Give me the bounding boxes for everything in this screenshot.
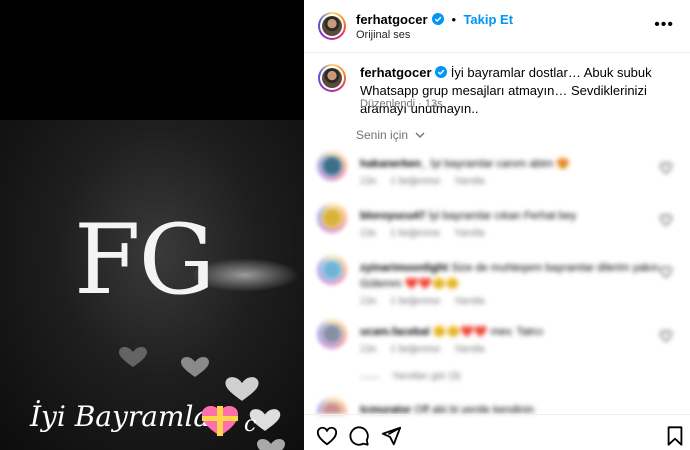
comment-body: İyi bayramlar cıkan Ferhat bey	[428, 210, 577, 222]
commenter-username[interactable]: tcmurator	[360, 404, 411, 414]
comment-likes[interactable]: 1 beğenme	[390, 228, 440, 239]
comment-meta: 13s 1 beğenme Yanıtla	[360, 344, 499, 355]
comment-body: 😊😊❤️❤️ mev. Tatrcı	[432, 326, 544, 338]
commenter-avatar[interactable]	[318, 256, 346, 284]
comment-likes[interactable]: 1 beğenme	[390, 344, 440, 355]
gift-heart-icon	[202, 406, 238, 436]
fg-logo: FG	[74, 204, 215, 316]
floating-heart-icon	[181, 357, 209, 377]
floating-heart-icon	[225, 377, 259, 401]
comment-text: hakanerken_ İyi bayramlar canım abim 😍	[360, 156, 660, 172]
media-top-letterbox	[0, 0, 304, 120]
commenter-username[interactable]: hakanerken_	[360, 158, 427, 170]
share-icon[interactable]	[380, 425, 402, 447]
comment-age: 13s	[360, 176, 377, 187]
comment-likes[interactable]: 1 beğenme	[390, 176, 440, 187]
bookmark-icon[interactable]	[664, 425, 686, 447]
audio-label[interactable]: Orijinal ses	[356, 29, 410, 41]
commenter-avatar[interactable]	[318, 320, 346, 348]
comment-text: bloroyucu47 İyi bayramlar cıkan Ferhat b…	[360, 208, 660, 224]
post-media[interactable]: FG İyi Bayramlar c	[0, 0, 304, 450]
caption-age[interactable]: 13s	[425, 98, 443, 110]
floating-heart-icon	[257, 439, 285, 450]
heart-icon[interactable]	[660, 162, 672, 174]
verified-badge-icon	[435, 66, 448, 78]
comment-age: 13s	[360, 296, 377, 307]
caption-meta: Düzenlendi · 13s	[360, 98, 443, 110]
heart-icon[interactable]	[316, 425, 338, 447]
post-header: ferhatgocer • Takip Et Orijinal ses •••	[304, 0, 690, 53]
comment-sort-dropdown[interactable]: Senin için	[356, 128, 425, 142]
commenter-avatar[interactable]	[318, 152, 346, 180]
sort-label: Senin için	[356, 128, 409, 142]
post-actions-bar	[304, 414, 690, 450]
view-replies-line	[360, 377, 380, 378]
comment-meta: 13s 1 beğenme Yanıtla	[360, 228, 499, 239]
author-username[interactable]: ferhatgocer	[356, 12, 428, 27]
comment-text: tcmurator Off abi bi yenile kendinin	[360, 402, 660, 414]
reply-button[interactable]: Yanıtla	[454, 296, 484, 307]
comment-text: zyinarimoonlight Size de muhteşem bayram…	[360, 260, 660, 292]
comment-likes[interactable]: 1 beğenme	[390, 296, 440, 307]
comment-body: Off abi bi yenile kendinin	[414, 404, 535, 414]
heart-icon[interactable]	[660, 330, 672, 342]
reply-button[interactable]: Yanıtla	[454, 344, 484, 355]
greeting-label: İyi Bayramlar	[30, 400, 224, 433]
reply-button[interactable]: Yanıtla	[454, 176, 484, 187]
heart-icon[interactable]	[660, 214, 672, 226]
follow-button[interactable]: Takip Et	[463, 12, 513, 27]
comment-age: 13s	[360, 344, 377, 355]
comment-age: 13s	[360, 228, 377, 239]
commenter-avatar[interactable]	[318, 398, 346, 414]
author-avatar[interactable]	[318, 12, 346, 40]
comment-text: ucam.facebal 😊😊❤️❤️ mev. Tatrcı	[360, 324, 660, 340]
comment-icon[interactable]	[348, 425, 370, 447]
chevron-down-icon	[415, 132, 425, 138]
floating-heart-icon	[119, 347, 147, 367]
commenter-avatar[interactable]	[318, 204, 346, 232]
edited-label: Düzenlendi	[360, 98, 416, 110]
commenter-username[interactable]: zyinarimoonlight	[360, 262, 448, 274]
reply-button[interactable]: Yanıtla	[454, 228, 484, 239]
verified-badge-icon	[431, 13, 444, 25]
greeting-text: İyi Bayramlar	[30, 400, 223, 433]
commenter-username[interactable]: bloroyucu47	[360, 210, 425, 222]
comment-meta: 13s 1 beğenme Yanıtla	[360, 176, 499, 187]
view-replies-button[interactable]: Yanıtları gör (3)	[392, 371, 461, 382]
greeting-suffix: c	[244, 412, 257, 437]
post-side-panel: ferhatgocer • Takip Et Orijinal ses ••• …	[304, 0, 690, 450]
commenter-username[interactable]: ucam.facebal	[360, 326, 430, 338]
heart-icon[interactable]	[660, 266, 672, 278]
comment-meta: 13s 1 beğenme Yanıtla	[360, 296, 499, 307]
caption-avatar[interactable]	[318, 64, 346, 92]
caption-username[interactable]: ferhatgocer	[360, 65, 432, 80]
more-options-icon[interactable]: •••	[654, 16, 674, 34]
comment-body: İyi bayramlar canım abim 😍	[430, 158, 570, 170]
comments-list: hakanerken_ İyi bayramlar canım abim 😍 1…	[304, 148, 690, 414]
